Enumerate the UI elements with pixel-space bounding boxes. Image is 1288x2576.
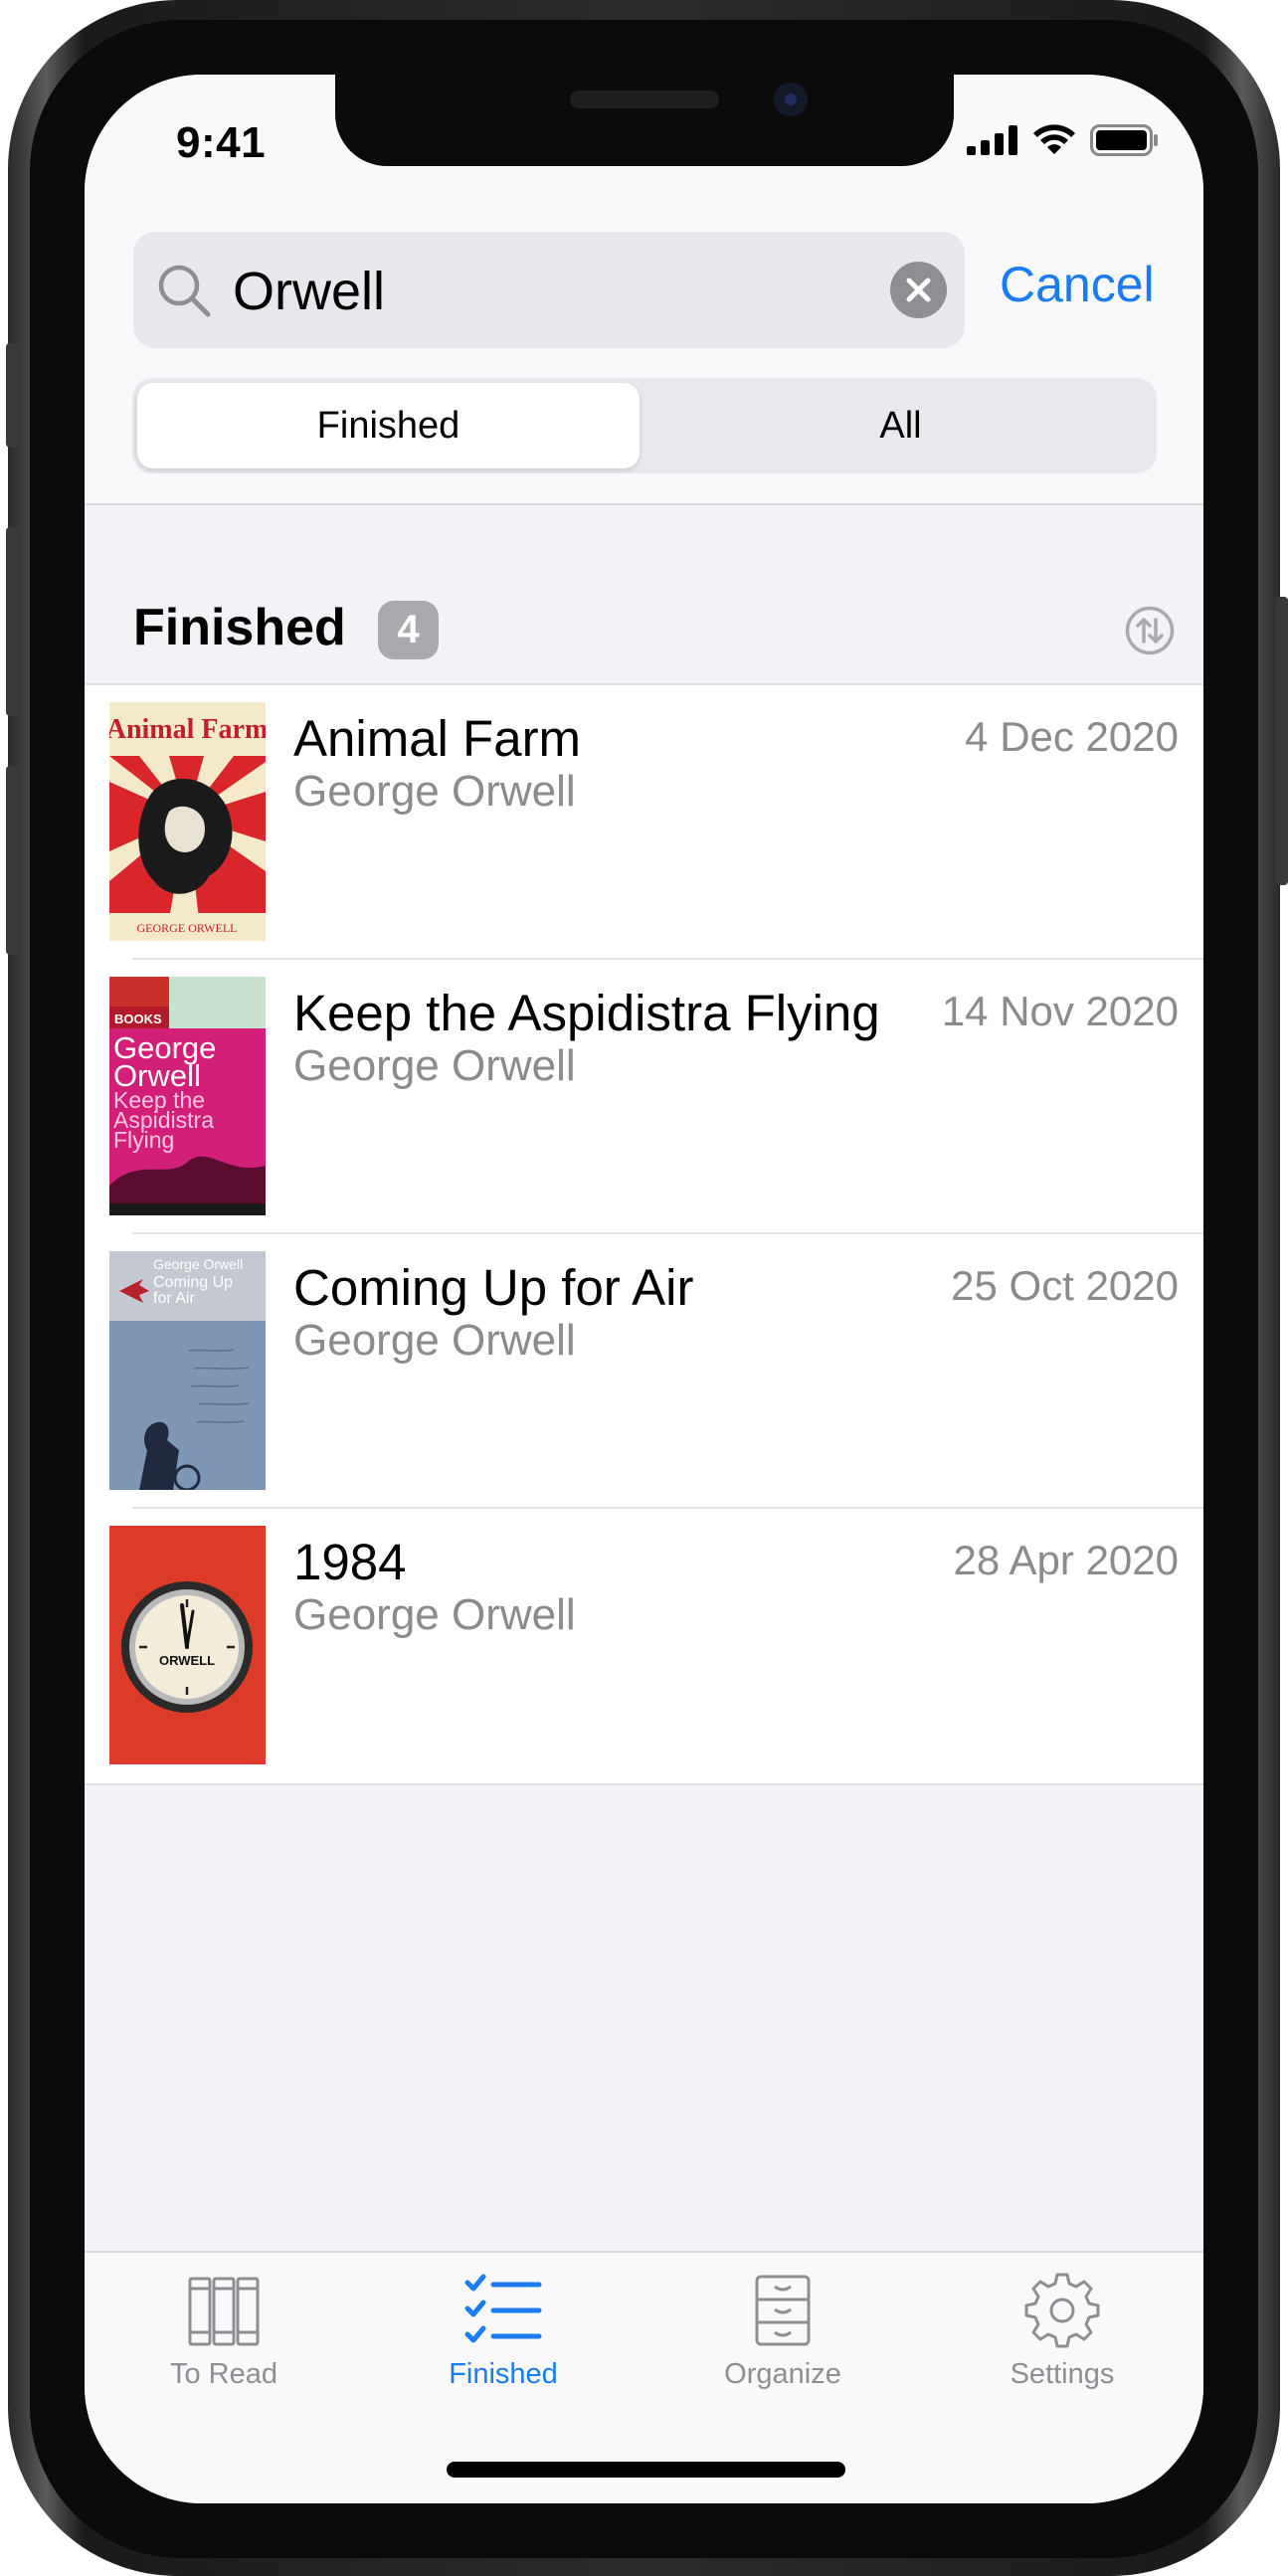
book-cover-keep-the-aspidistra-flying: BOOKS George Orwell Keep the Aspidistra …	[109, 977, 266, 1215]
count-badge: 4	[378, 601, 439, 659]
book-author: George Orwell	[293, 1590, 576, 1639]
tab-label: Organize	[724, 2358, 841, 2390]
cover-title-3: Flying	[113, 1127, 174, 1153]
section-title: Finished	[133, 599, 346, 656]
cover-publisher: BOOKS	[114, 1012, 162, 1026]
book-title: 1984	[293, 1534, 407, 1590]
tab-settings[interactable]: Settings	[943, 2273, 1182, 2412]
segment-all[interactable]: All	[649, 383, 1152, 468]
list-item[interactable]: ORWELL 1984 George Orwell 28 Apr 2020	[85, 1509, 1203, 1783]
book-author: George Orwell	[293, 1041, 576, 1090]
books-icon	[188, 2277, 260, 2346]
status-time: 9:41	[176, 118, 267, 167]
cover-author: George Orwell	[153, 1256, 243, 1272]
book-title: Keep the Aspidistra Flying	[293, 985, 880, 1041]
cancel-button[interactable]: Cancel	[1000, 256, 1155, 313]
cover-title: Animal Farm	[109, 714, 266, 745]
cover-title-2: for Air	[153, 1290, 195, 1307]
power-button	[1276, 597, 1288, 885]
close-icon	[906, 277, 931, 302]
volume-down-button	[6, 766, 18, 955]
tab-label: Settings	[1010, 2358, 1115, 2390]
search-field[interactable]: Orwell	[133, 232, 965, 348]
segment-finished[interactable]: Finished	[137, 383, 640, 468]
book-cover-coming-up-for-air: George Orwell Coming Up for Air	[109, 1251, 266, 1490]
side-button	[6, 343, 18, 448]
finished-date: 28 Apr 2020	[953, 1537, 1179, 1583]
speaker	[570, 91, 719, 108]
finished-date: 25 Oct 2020	[951, 1262, 1179, 1309]
cover-title-1: Coming Up	[153, 1274, 233, 1291]
book-author: George Orwell	[293, 1316, 576, 1365]
book-cover-animal-farm: Animal Farm GEORGE ORWELL	[109, 702, 266, 941]
tab-label: Finished	[449, 2358, 558, 2390]
scope-segmented-control: Finished All	[132, 378, 1157, 473]
volume-up-button	[6, 527, 18, 716]
cover-brand: ORWELL	[159, 1653, 215, 1668]
list-item[interactable]: BOOKS George Orwell Keep the Aspidistra …	[85, 960, 1203, 1234]
finished-date: 4 Dec 2020	[965, 713, 1179, 760]
book-title: Coming Up for Air	[293, 1259, 694, 1316]
cabinet-icon	[755, 2275, 811, 2346]
wifi-icon	[1033, 124, 1075, 154]
clear-search-button[interactable]	[890, 262, 947, 318]
cover-author: GEORGE ORWELL	[137, 921, 238, 935]
tab-label: To Read	[169, 2358, 277, 2390]
search-icon	[158, 265, 211, 317]
status-icons	[967, 124, 1160, 156]
gear-icon	[1024, 2273, 1100, 2348]
tab-finished[interactable]: Finished	[384, 2273, 623, 2412]
list-item[interactable]: Animal Farm GEORGE ORWELL Animal Farm Ge…	[85, 685, 1203, 960]
book-title: Animal Farm	[293, 710, 582, 767]
book-list: Animal Farm GEORGE ORWELL Animal Farm Ge…	[85, 683, 1203, 1785]
search-input[interactable]: Orwell	[233, 261, 385, 322]
home-indicator[interactable]	[447, 2462, 845, 2478]
book-cover-1984: ORWELL	[109, 1526, 266, 1764]
screen: 9:41 Orwell Cancel Finished All Finished…	[85, 75, 1203, 2503]
checklist-icon	[464, 2274, 542, 2343]
battery-icon	[1090, 124, 1158, 156]
signal-icon	[967, 125, 1017, 155]
tab-to-read[interactable]: To Read	[104, 2273, 343, 2412]
list-item[interactable]: George Orwell Coming Up for Air Coming U…	[85, 1234, 1203, 1509]
sort-icon[interactable]	[1124, 605, 1176, 656]
tab-organize[interactable]: Organize	[663, 2273, 902, 2412]
finished-date: 14 Nov 2020	[941, 988, 1179, 1034]
front-camera	[774, 83, 808, 116]
notch	[335, 75, 954, 166]
book-author: George Orwell	[293, 767, 576, 816]
